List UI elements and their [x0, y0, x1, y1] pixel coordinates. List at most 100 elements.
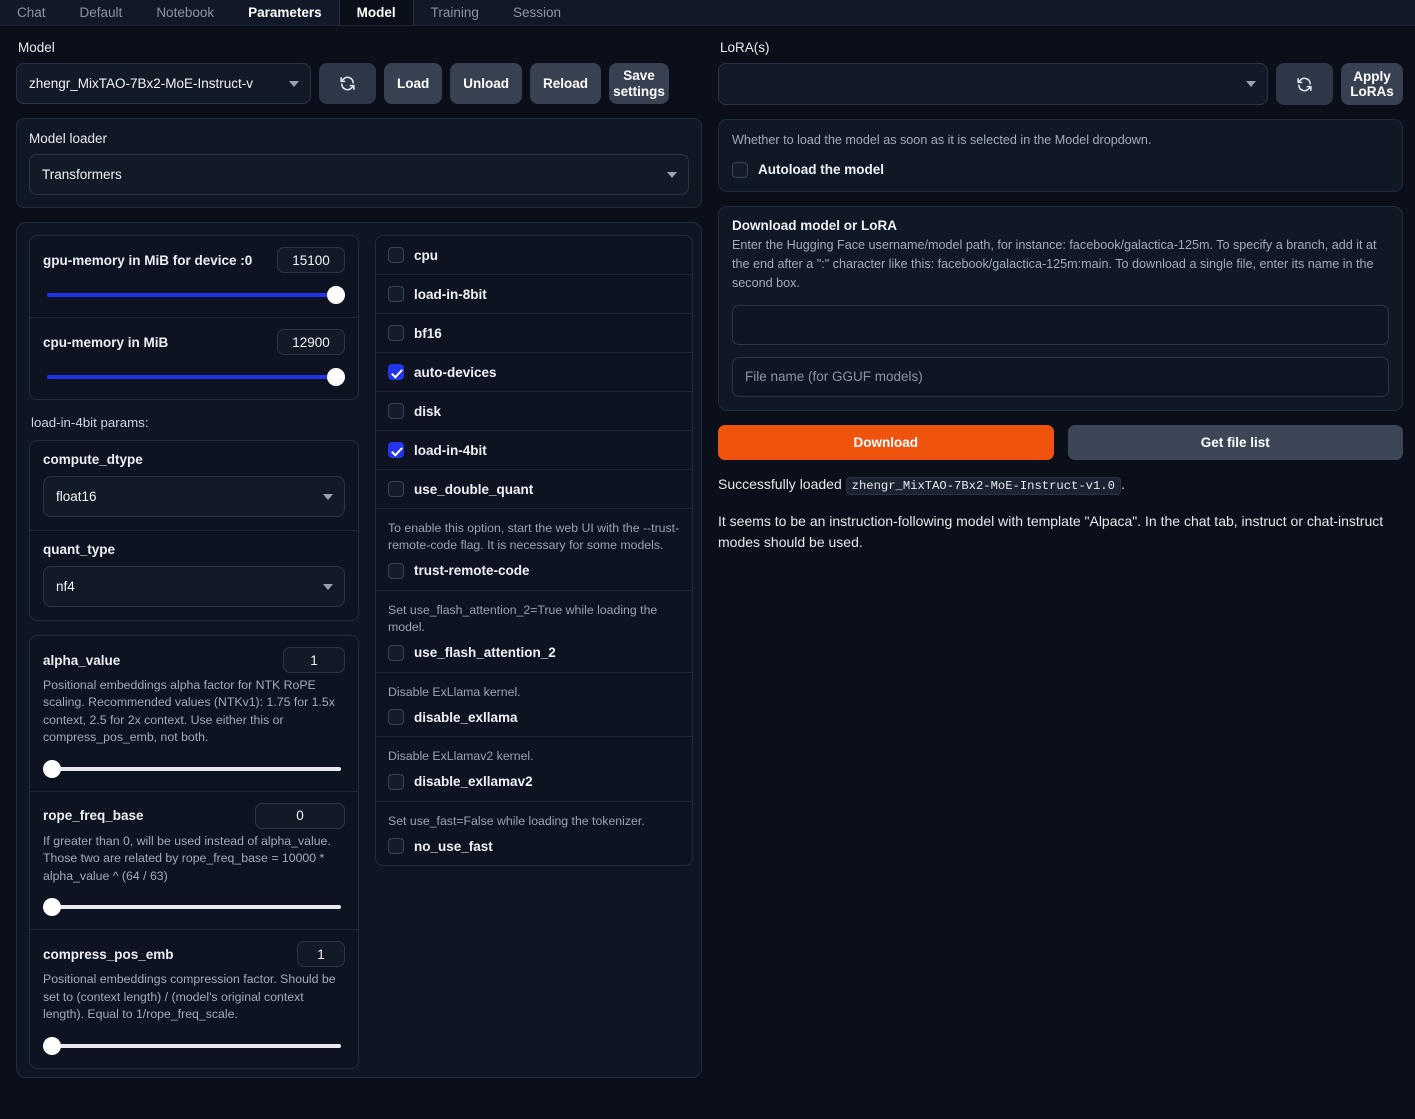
checkbox-load-in-8bit[interactable]: load-in-8bit — [388, 286, 680, 302]
apply-loras-button[interactable]: Apply LoRAs — [1341, 63, 1403, 105]
save-settings-button[interactable]: Save settings — [609, 63, 670, 104]
right-column: LoRA(s) Apply LoRAs Whether to load the … — [718, 40, 1403, 1119]
checkbox-load-in-4bit[interactable]: load-in-4bit — [388, 442, 680, 458]
alpha-value-number[interactable]: 1 — [283, 647, 345, 673]
refresh-lora-list-button[interactable] — [1276, 63, 1333, 105]
checkbox-cpu[interactable]: cpu — [388, 247, 680, 263]
checkbox-icon[interactable] — [388, 403, 404, 419]
checkbox-disable-exllama[interactable]: disable_exllama — [388, 709, 680, 726]
checkbox-icon[interactable] — [732, 161, 748, 178]
checkbox-icon[interactable] — [388, 286, 404, 302]
checkbox-no-use-fast[interactable]: no_use_fast — [388, 838, 680, 855]
checkbox-icon[interactable] — [388, 481, 404, 497]
compress-pos-emb-slider[interactable] — [43, 1036, 345, 1055]
checkbox-icon[interactable] — [388, 325, 404, 341]
chevron-down-icon — [323, 493, 333, 500]
checkbox-auto-devices[interactable]: auto-devices — [388, 364, 680, 380]
load-button[interactable]: Load — [384, 63, 443, 104]
tab-training[interactable]: Training — [414, 0, 496, 25]
download-repo-input[interactable] — [732, 304, 1389, 345]
slider-thumb[interactable] — [43, 759, 61, 778]
rope-freq-base-slider[interactable] — [43, 898, 345, 917]
checkbox-disk[interactable]: disk — [388, 403, 680, 419]
model-options-box: gpu-memory in MiB for device :0 15100 cp… — [16, 222, 702, 1078]
reload-button[interactable]: Reload — [530, 63, 602, 104]
download-panel: Download model or LoRA Enter the Hugging… — [718, 205, 1403, 411]
quant-type-label: quant_type — [43, 542, 116, 557]
chevron-down-icon — [323, 583, 333, 590]
no-use-fast-desc: Set use_fast=False while loading the tok… — [388, 813, 645, 828]
cpu-memory-slider[interactable] — [43, 368, 345, 386]
checkbox-row-disable-exllamav2: Disable ExLlamav2 kernel. disable_exllam… — [376, 736, 692, 800]
checkbox-icon-checked[interactable] — [388, 442, 404, 458]
disable-exllamav2-desc: Disable ExLlamav2 kernel. — [388, 749, 534, 764]
slider-track — [47, 766, 341, 771]
gpu-memory-row: gpu-memory in MiB for device :0 15100 — [30, 236, 358, 317]
status-loaded-line: Successfully loaded zhengr_MixTAO-7Bx2-M… — [718, 475, 1403, 495]
checkbox-icon[interactable] — [388, 709, 404, 726]
compute-dtype-dropdown[interactable]: float16 — [43, 476, 345, 517]
lora-dropdown[interactable] — [718, 63, 1268, 105]
status-prefix: Successfully loaded — [718, 475, 842, 492]
checkbox-row-use-flash-attention-2: Set use_flash_attention_2=True while loa… — [376, 589, 692, 672]
checkbox-label: auto-devices — [414, 364, 497, 380]
gpu-memory-value[interactable]: 15100 — [277, 247, 345, 273]
checkbox-icon[interactable] — [388, 838, 404, 855]
checkbox-disable-exllamav2[interactable]: disable_exllamav2 — [388, 773, 680, 790]
slider-thumb[interactable] — [327, 368, 345, 386]
trust-remote-code-desc: To enable this option, start the web UI … — [388, 521, 680, 553]
download-button[interactable]: Download — [718, 424, 1054, 460]
compress-pos-emb-number[interactable]: 1 — [297, 941, 345, 968]
status-suffix: . — [1120, 475, 1125, 492]
checkbox-autoload-the-model[interactable]: Autoload the model — [732, 161, 1389, 178]
slider-thumb[interactable] — [43, 1036, 61, 1055]
model-loader-panel: Model loader Transformers — [16, 118, 702, 208]
tab-session[interactable]: Session — [496, 0, 578, 25]
cpu-memory-label: cpu-memory in MiB — [43, 334, 169, 350]
cpu-memory-value[interactable]: 12900 — [277, 329, 345, 355]
model-loader-label: Model loader — [29, 131, 108, 146]
quant-type-value: nf4 — [56, 579, 75, 594]
checkbox-icon[interactable] — [388, 644, 404, 661]
checkbox-icon[interactable] — [388, 773, 404, 790]
model-toolbar: zhengr_MixTAO-7Bx2-MoE-Instruct-v Load U… — [16, 63, 702, 104]
checkbox-bf16[interactable]: bf16 — [388, 325, 680, 341]
quant-type-dropdown[interactable]: nf4 — [43, 566, 345, 607]
slider-track — [47, 293, 341, 297]
tab-chat[interactable]: Chat — [0, 0, 63, 25]
model-dropdown[interactable]: zhengr_MixTAO-7Bx2-MoE-Instruct-v — [16, 63, 311, 104]
autoload-panel: Whether to load the model as soon as it … — [718, 119, 1403, 192]
checkbox-trust-remote-code[interactable]: trust-remote-code — [388, 562, 680, 579]
alpha-value-row: alpha_value 1 Positional embeddings alph… — [30, 636, 358, 791]
tab-model[interactable]: Model — [338, 0, 414, 25]
checkbox-icon-checked[interactable] — [388, 364, 404, 380]
checkbox-icon[interactable] — [388, 562, 404, 579]
tab-parameters[interactable]: Parameters — [231, 0, 339, 25]
autoload-desc: Whether to load the model as soon as it … — [732, 133, 1152, 147]
alpha-value-slider[interactable] — [43, 759, 345, 778]
disable-exllama-desc: Disable ExLlama kernel. — [388, 684, 521, 699]
checkbox-use-double-quant[interactable]: use_double_quant — [388, 481, 680, 497]
checkbox-label: no_use_fast — [414, 838, 493, 854]
download-filename-input[interactable]: File name (for GGUF models) — [732, 356, 1389, 397]
gpu-memory-slider[interactable] — [43, 286, 345, 304]
model-loader-dropdown[interactable]: Transformers — [29, 154, 689, 195]
chevron-down-icon — [1246, 81, 1256, 87]
tab-default[interactable]: Default — [63, 0, 140, 25]
slider-thumb[interactable] — [327, 286, 345, 304]
tab-notebook[interactable]: Notebook — [139, 0, 231, 25]
checkbox-icon[interactable] — [388, 247, 404, 263]
refresh-model-list-button[interactable] — [319, 63, 376, 104]
get-file-list-button[interactable]: Get file list — [1067, 424, 1403, 460]
model-dropdown-value: zhengr_MixTAO-7Bx2-MoE-Instruct-v — [29, 76, 254, 91]
slider-thumb[interactable] — [43, 898, 61, 917]
unload-button[interactable]: Unload — [450, 63, 522, 104]
rope-sliders-box: alpha_value 1 Positional embeddings alph… — [29, 635, 359, 1069]
checkbox-use-flash-attention-2[interactable]: use_flash_attention_2 — [388, 644, 680, 661]
checkbox-row-load-in-8bit: load-in-8bit — [376, 274, 692, 313]
chevron-down-icon — [667, 171, 677, 178]
rope-freq-base-number[interactable]: 0 — [255, 802, 345, 829]
quant-dropdowns-box: compute_dtype float16 quant_type nf4 — [29, 440, 359, 621]
lora-label: LoRA(s) — [720, 40, 770, 55]
checkbox-row-cpu: cpu — [376, 236, 692, 274]
